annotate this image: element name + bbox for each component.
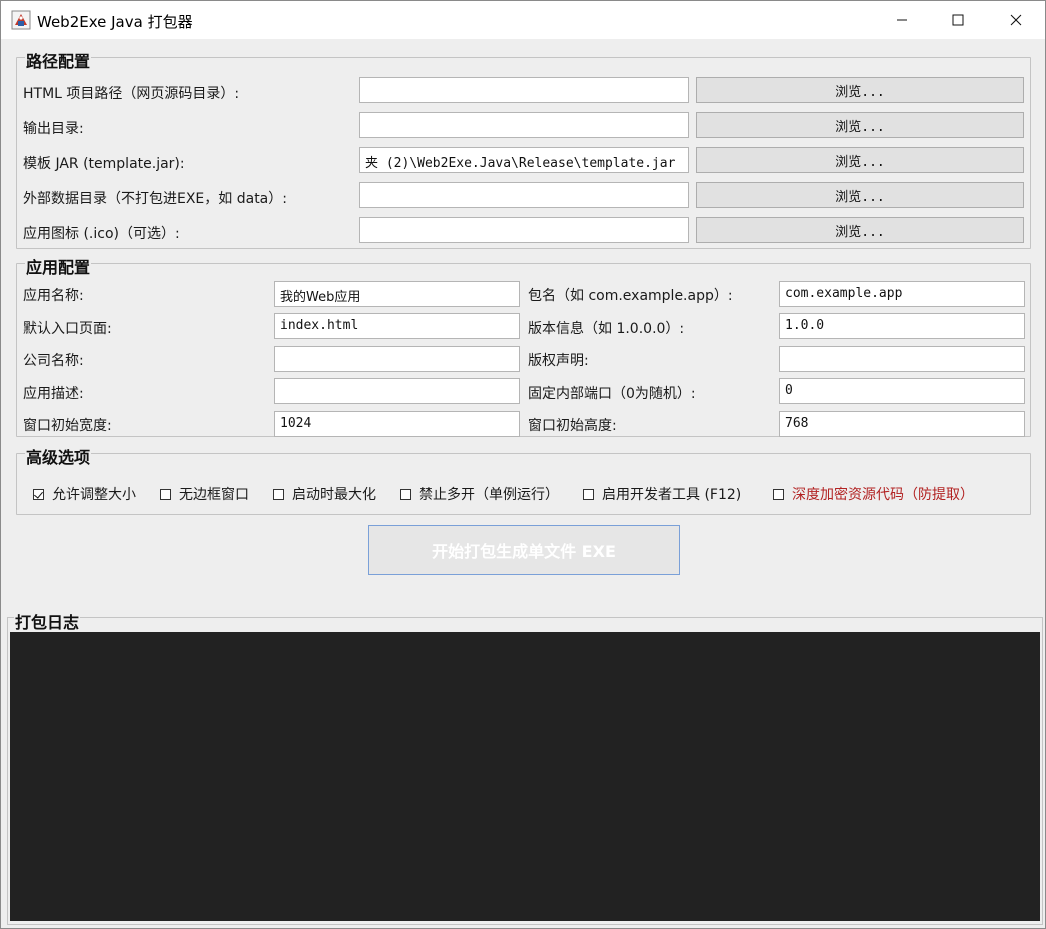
html-path-browse-button[interactable]: 浏览... bbox=[696, 77, 1024, 103]
minimize-icon bbox=[897, 19, 907, 21]
copyright-label: 版权声明: bbox=[528, 353, 589, 369]
option-devtools-label: 启用开发者工具 (F12) bbox=[602, 487, 742, 503]
checkbox-icon[interactable] bbox=[273, 488, 284, 500]
description-input[interactable] bbox=[274, 378, 520, 404]
description-label: 应用描述: bbox=[23, 386, 84, 402]
checkbox-icon[interactable] bbox=[773, 488, 784, 500]
app-icon-browse-button[interactable]: 浏览... bbox=[696, 217, 1024, 243]
build-exe-button[interactable]: 开始打包生成单文件 EXE bbox=[368, 525, 680, 575]
package-name-input[interactable]: com.example.app bbox=[779, 281, 1025, 307]
window-title: Web2Exe Java 打包器 bbox=[37, 13, 193, 31]
output-dir-label: 输出目录: bbox=[23, 121, 84, 137]
option-frameless-label: 无边框窗口 bbox=[179, 487, 249, 503]
maximize-icon bbox=[952, 14, 964, 26]
width-label: 窗口初始宽度: bbox=[23, 418, 112, 434]
html-path-label: HTML 项目路径（网页源码目录）: bbox=[23, 86, 240, 102]
option-single-instance[interactable]: 禁止多开（单例运行） bbox=[400, 484, 559, 504]
entry-page-label: 默认入口页面: bbox=[23, 321, 112, 337]
build-log-textarea[interactable] bbox=[10, 632, 1040, 921]
checkbox-checked-icon[interactable] bbox=[33, 488, 44, 500]
template-jar-browse-button[interactable]: 浏览... bbox=[696, 147, 1024, 173]
entry-page-input[interactable]: index.html bbox=[274, 313, 520, 339]
output-dir-browse-button[interactable]: 浏览... bbox=[696, 112, 1024, 138]
option-maximize-label: 启动时最大化 bbox=[292, 487, 376, 503]
option-encrypt-label: 深度加密资源代码（防提取） bbox=[792, 487, 974, 503]
minimize-button[interactable] bbox=[873, 1, 931, 39]
external-data-browse-button[interactable]: 浏览... bbox=[696, 182, 1024, 208]
checkbox-icon[interactable] bbox=[583, 488, 594, 500]
app-icon-label: 应用图标 (.ico)（可选）: bbox=[23, 226, 180, 242]
maximize-button[interactable] bbox=[929, 1, 987, 39]
title-bar[interactable]: Web2Exe Java 打包器 bbox=[1, 1, 1045, 39]
app-config-group: 应用配置 应用名称: 我的Web应用 包名（如 com.example.app）… bbox=[16, 254, 1031, 437]
checkbox-icon[interactable] bbox=[160, 488, 171, 500]
build-log-group: 打包日志 bbox=[7, 609, 1043, 925]
company-input[interactable] bbox=[274, 346, 520, 372]
height-input[interactable]: 768 bbox=[779, 411, 1025, 437]
height-label: 窗口初始高度: bbox=[528, 418, 617, 434]
option-encrypt[interactable]: 深度加密资源代码（防提取） bbox=[773, 484, 974, 504]
template-jar-label: 模板 JAR (template.jar): bbox=[23, 156, 185, 172]
version-label: 版本信息（如 1.0.0.0）: bbox=[528, 321, 685, 337]
port-label: 固定内部端口（0为随机）: bbox=[528, 386, 696, 402]
external-data-label: 外部数据目录（不打包进EXE，如 data）: bbox=[23, 191, 287, 207]
java-app-icon bbox=[11, 10, 31, 30]
copyright-input[interactable] bbox=[779, 346, 1025, 372]
advanced-options-group: 高级选项 允许调整大小 无边框窗口 启动时最大化 禁止多开（单例运行） 启用开发… bbox=[16, 444, 1031, 515]
option-devtools[interactable]: 启用开发者工具 (F12) bbox=[583, 484, 741, 504]
external-data-input[interactable] bbox=[359, 182, 689, 208]
option-maximize[interactable]: 启动时最大化 bbox=[273, 484, 376, 504]
template-jar-input[interactable]: 夹 (2)\Web2Exe.Java\Release\template.jar bbox=[359, 147, 689, 173]
close-icon bbox=[1010, 14, 1022, 26]
option-frameless[interactable]: 无边框窗口 bbox=[160, 484, 249, 504]
version-input[interactable]: 1.0.0 bbox=[779, 313, 1025, 339]
checkbox-icon[interactable] bbox=[400, 488, 411, 500]
path-config-group: 路径配置 HTML 项目路径（网页源码目录）: 浏览... 输出目录: 浏览..… bbox=[16, 48, 1031, 249]
client-area: 路径配置 HTML 项目路径（网页源码目录）: 浏览... 输出目录: 浏览..… bbox=[1, 39, 1045, 928]
package-name-label: 包名（如 com.example.app）: bbox=[528, 288, 733, 304]
port-input[interactable]: 0 bbox=[779, 378, 1025, 404]
html-path-input[interactable] bbox=[359, 77, 689, 103]
build-log-title: 打包日志 bbox=[14, 609, 81, 633]
app-icon-input[interactable] bbox=[359, 217, 689, 243]
output-dir-input[interactable] bbox=[359, 112, 689, 138]
close-button[interactable] bbox=[987, 1, 1045, 39]
path-config-title: 路径配置 bbox=[25, 48, 92, 72]
advanced-options-title: 高级选项 bbox=[25, 444, 92, 468]
app-name-input[interactable]: 我的Web应用 bbox=[274, 281, 520, 307]
main-window: Web2Exe Java 打包器 路径配置 HTML 项目路径（网页源码目录）:… bbox=[0, 0, 1046, 929]
option-resizable[interactable]: 允许调整大小 bbox=[33, 484, 136, 504]
option-single-instance-label: 禁止多开（单例运行） bbox=[419, 487, 559, 503]
app-config-title: 应用配置 bbox=[25, 254, 92, 278]
option-resizable-label: 允许调整大小 bbox=[52, 487, 136, 503]
app-name-label: 应用名称: bbox=[23, 288, 84, 304]
company-label: 公司名称: bbox=[23, 353, 84, 369]
width-input[interactable]: 1024 bbox=[274, 411, 520, 437]
